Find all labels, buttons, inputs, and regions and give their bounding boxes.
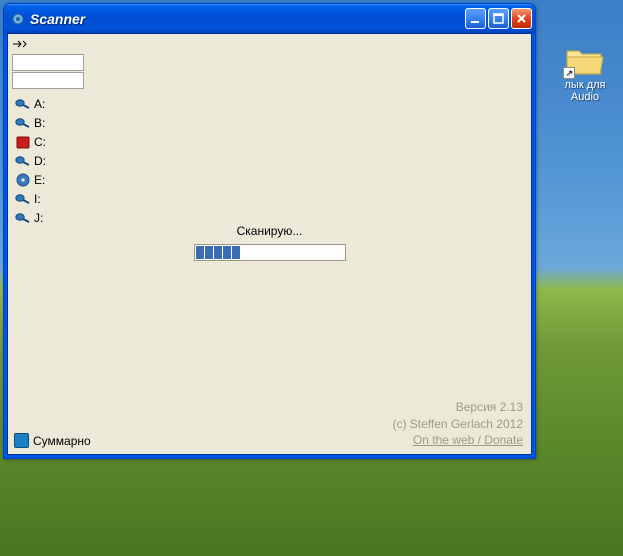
drive-item-C[interactable]: C: — [14, 133, 531, 151]
progress-segment — [196, 246, 204, 259]
version-label: Версия 2.13 — [392, 399, 523, 415]
donate-link[interactable]: On the web / Donate — [392, 432, 523, 448]
progress-bar — [194, 244, 346, 261]
progress-segment — [214, 246, 222, 259]
drive-item-D[interactable]: D: — [14, 152, 531, 170]
desktop-shortcut[interactable]: ↗ лык для Audio — [555, 45, 615, 103]
summary-button[interactable]: Суммарно — [14, 433, 91, 448]
drive-label: A: — [34, 97, 45, 111]
maximize-button[interactable] — [488, 8, 509, 29]
scanner-icon — [15, 211, 30, 225]
client-area: A: B: C: D: E: I: J: Сканирую... Суммарно Верс… — [7, 33, 532, 455]
cd-icon — [15, 173, 30, 187]
path-input-2[interactable] — [12, 72, 84, 89]
scanner-icon — [15, 154, 30, 168]
drive-item-A[interactable]: A: — [14, 95, 531, 113]
desktop-icon-label-2: Audio — [555, 91, 615, 103]
drive-label: E: — [34, 173, 45, 187]
summary-icon — [14, 433, 29, 448]
desktop-icon-label-1: лык для — [555, 79, 615, 91]
scan-status-area: Сканирую... — [8, 224, 531, 261]
drive-item-E[interactable]: E: — [14, 171, 531, 189]
app-icon — [10, 11, 26, 27]
drive-item-B[interactable]: B: — [14, 114, 531, 132]
progress-segment — [223, 246, 231, 259]
summary-label: Суммарно — [33, 434, 91, 448]
close-button[interactable] — [511, 8, 532, 29]
drive-item-I[interactable]: I: — [14, 190, 531, 208]
scanner-window: Scanner A:B:C:D:E:I:J: Сканир — [3, 3, 536, 459]
drive-label: B: — [34, 116, 45, 130]
titlebar[interactable]: Scanner — [4, 4, 535, 33]
scanner-icon — [15, 192, 30, 206]
hdd-red-icon — [15, 135, 30, 149]
scanner-icon — [15, 97, 30, 111]
shortcut-arrow-icon: ↗ — [563, 67, 575, 79]
drive-label: I: — [34, 192, 41, 206]
scanning-label: Сканирую... — [8, 224, 531, 238]
path-input-1[interactable] — [12, 54, 84, 71]
window-title: Scanner — [30, 11, 465, 27]
progress-segment — [205, 246, 213, 259]
scanner-icon — [15, 116, 30, 130]
drive-label: D: — [34, 154, 46, 168]
progress-segment — [232, 246, 240, 259]
copyright-label: (c) Steffen Gerlach 2012 — [392, 416, 523, 432]
drive-list: A: B: C: D: E: I: J: — [8, 89, 531, 227]
navigate-arrow-icon[interactable] — [12, 37, 28, 51]
drive-label: J: — [34, 211, 43, 225]
drive-label: C: — [34, 135, 46, 149]
folder-icon: ↗ — [565, 45, 605, 77]
minimize-button[interactable] — [465, 8, 486, 29]
